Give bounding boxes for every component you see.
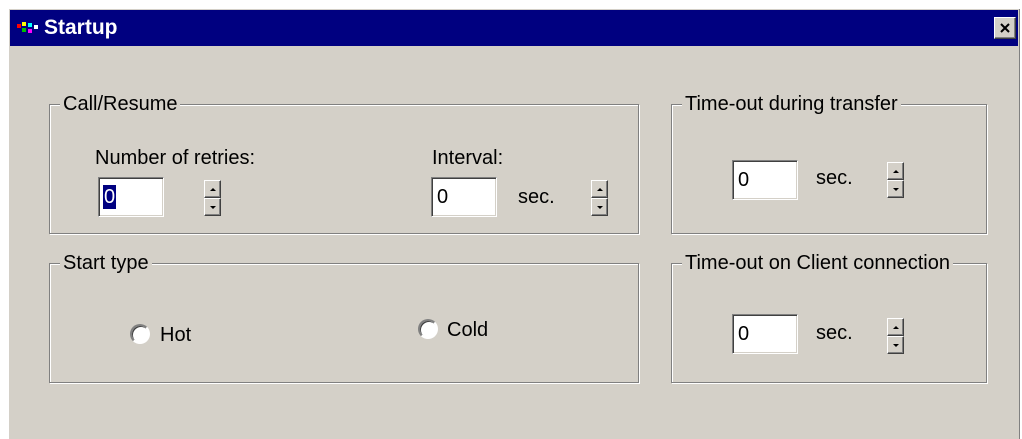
startup-dialog: Startup Call/Resume Number of retries: 0… [8,8,1020,439]
timeout-client-spin-up[interactable] [887,318,904,336]
timeout-transfer-group: Time-out during transfer 0 sec. [671,91,987,234]
start-type-group: Start type Hot Cold [49,250,639,383]
call-resume-group: Call/Resume Number of retries: 0 Interva… [49,91,639,234]
timeout-transfer-spinner[interactable] [887,162,904,198]
cold-radio[interactable] [418,319,438,339]
retries-spin-down[interactable] [204,198,221,216]
spin-down-arrow-icon [892,187,899,191]
retries-value: 0 [103,185,117,209]
spin-up-arrow-icon [209,187,216,191]
retries-spinner[interactable] [204,180,221,216]
window-title: Startup [44,16,118,39]
timeout-transfer-input[interactable]: 0 [732,160,798,200]
timeout-client-spin-down[interactable] [887,336,904,354]
title-bar[interactable]: Startup [10,10,1018,46]
hot-label[interactable]: Hot [160,322,191,348]
spin-down-arrow-icon [596,205,603,209]
timeout-client-spinner[interactable] [887,318,904,354]
cold-label[interactable]: Cold [447,317,488,343]
timeout-client-group: Time-out on Client connection 0 sec. [671,250,987,383]
interval-spin-down[interactable] [591,198,608,216]
spin-up-arrow-icon [892,169,899,173]
call-resume-legend: Call/Resume [60,91,181,117]
retries-spin-up[interactable] [204,180,221,198]
timeout-transfer-legend: Time-out during transfer [682,91,901,117]
hot-radio[interactable] [130,324,150,344]
timeout-transfer-spin-down[interactable] [887,180,904,198]
timeout-client-input[interactable]: 0 [732,314,798,354]
interval-spin-up[interactable] [591,180,608,198]
timeout-client-unit: sec. [816,322,853,344]
interval-label: Interval: [432,147,504,169]
interval-unit-label: sec. [518,186,555,208]
close-icon [1000,23,1010,33]
timeout-client-value: 0 [738,323,750,345]
start-type-legend: Start type [60,250,152,276]
spin-down-arrow-icon [209,205,216,209]
spin-up-arrow-icon [892,325,899,329]
retries-input[interactable]: 0 [98,177,164,217]
timeout-transfer-unit: sec. [816,167,853,189]
close-button[interactable] [994,17,1016,39]
timeout-transfer-spin-up[interactable] [887,162,904,180]
interval-spinner[interactable] [591,180,608,216]
interval-value: 0 [437,186,449,208]
app-icon [17,22,38,33]
spin-down-arrow-icon [892,343,899,347]
spin-up-arrow-icon [596,187,603,191]
retries-label: Number of retries: [95,147,256,169]
timeout-transfer-value: 0 [738,169,750,191]
timeout-client-legend: Time-out on Client connection [682,250,953,276]
interval-input[interactable]: 0 [431,177,497,217]
